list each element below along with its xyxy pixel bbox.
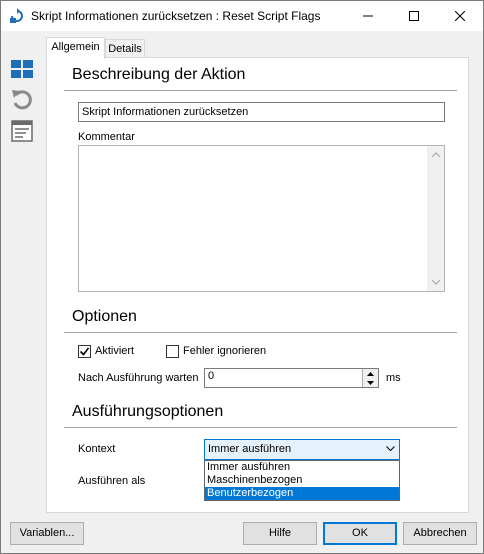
scroll-down-button[interactable] [427,274,444,291]
wait-spinner[interactable]: 0 [204,368,379,388]
wait-label: Nach Ausführung warten [78,372,199,384]
ok-button[interactable]: OK [323,522,397,545]
spinner-buttons [362,369,378,387]
activated-checkbox[interactable] [78,345,91,358]
description-section-title: Beschreibung der Aktion [72,66,246,83]
grid-icon[interactable] [10,57,34,81]
minimize-icon [363,15,373,17]
comment-label: Kommentar [78,131,135,143]
chevron-down-icon [386,446,395,452]
spinner-down-button[interactable] [362,378,378,387]
dropdown-option-highlighted[interactable]: Benutzerbezogen [205,487,399,500]
chevron-up-icon [431,152,440,157]
dropdown-option[interactable]: Immer ausführen [205,461,399,474]
dialog-window: Skript Informationen zurücksetzen : Rese… [0,0,484,554]
section-divider [64,427,457,428]
triangle-up-icon [367,371,374,376]
options-section-title: Optionen [72,308,137,325]
side-toolbar [1,31,41,511]
cancel-button[interactable]: Abbrechen [403,522,477,545]
help-button[interactable]: Hilfe [243,522,317,545]
variables-button[interactable]: Variablen... [10,522,84,545]
section-divider [64,90,457,91]
dropdown-option[interactable]: Maschinenbezogen [205,474,399,487]
activated-label: Aktiviert [95,345,135,357]
close-icon [455,11,465,21]
title-bar: Skript Informationen zurücksetzen : Rese… [1,1,483,31]
window-title: Skript Informationen zurücksetzen : Rese… [31,9,321,23]
chevron-down-icon [431,280,440,285]
action-name-input[interactable]: Skript Informationen zurücksetzen [78,102,445,122]
context-dropdown-list: Immer ausführen Maschinenbezogen Benutze… [204,460,400,501]
context-label: Kontext [78,443,116,455]
context-select[interactable]: Immer ausführen [204,439,400,460]
scroll-up-button[interactable] [427,146,444,163]
ignore-errors-checkbox[interactable] [166,345,179,358]
minimize-button[interactable] [345,1,391,31]
checkmark-icon [79,347,90,356]
comment-scrollbar[interactable] [427,146,444,291]
ignore-errors-label: Fehler ignorieren [183,345,267,357]
tab-allgemein[interactable]: Allgemein [46,37,105,59]
refresh-arrow-icon [10,8,23,23]
execution-section-title: Ausführungsoptionen [72,403,224,420]
maximize-button[interactable] [391,1,437,31]
tab-details[interactable]: Details [105,39,145,59]
list-icon[interactable] [10,119,34,143]
spinner-up-button[interactable] [362,369,378,378]
context-selected-value: Immer ausführen [208,443,292,455]
wait-value: 0 [208,370,215,382]
section-divider [64,332,457,333]
maximize-icon [409,11,419,21]
run-as-label: Ausführen als [78,475,146,487]
wait-unit-label: ms [386,372,401,384]
close-button[interactable] [437,1,483,31]
comment-textarea[interactable] [78,145,445,292]
undo-icon[interactable] [10,87,34,111]
triangle-down-icon [367,380,374,385]
